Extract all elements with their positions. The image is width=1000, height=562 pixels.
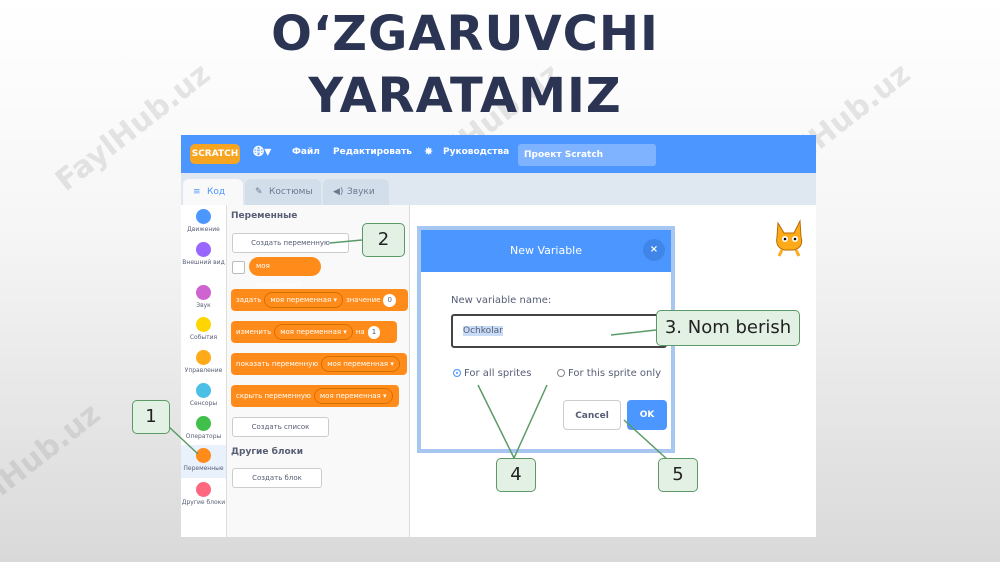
pointer-4: [477, 384, 548, 460]
pointer-1: [167, 425, 199, 455]
callout-4: 4: [496, 458, 536, 492]
pointer-2: [329, 239, 363, 244]
pointer-3: [610, 329, 657, 336]
callout-1: 1: [132, 400, 170, 434]
callout-5: 5: [658, 458, 698, 492]
callout-2: 2: [362, 223, 405, 257]
callout-3: 3. Nom berish: [656, 310, 800, 346]
pointer-5: [623, 419, 669, 461]
